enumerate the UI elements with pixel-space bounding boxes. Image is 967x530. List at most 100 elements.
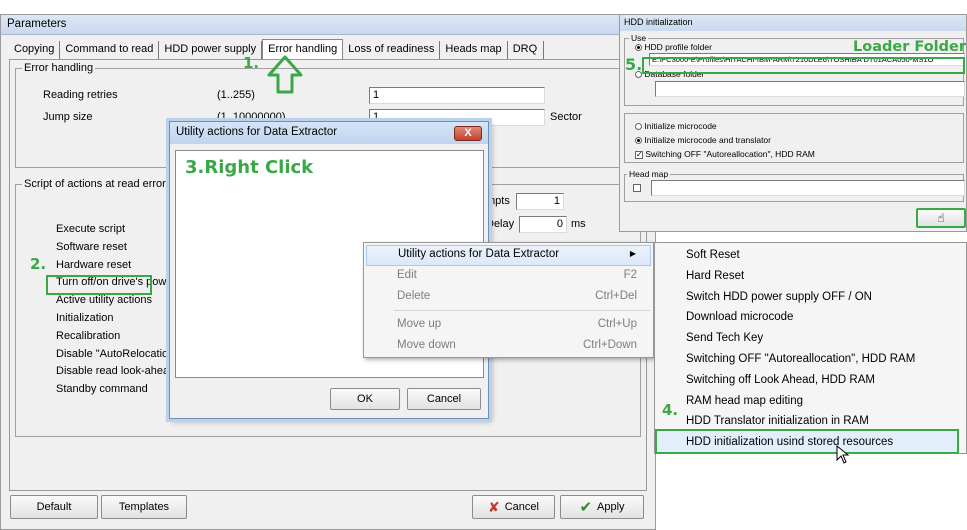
ok-label: OK — [357, 393, 373, 405]
close-button[interactable]: X — [454, 126, 482, 141]
default-label: Default — [36, 501, 72, 513]
highlight-init-stored-resources — [655, 429, 959, 454]
cancel-button[interactable]: ✘ Cancel — [472, 495, 555, 519]
head-map-input[interactable] — [651, 180, 965, 196]
menu-item-edit[interactable]: Edit F2 — [366, 266, 651, 287]
menu-item-label: Edit — [397, 269, 417, 281]
highlight-profile-folder — [642, 57, 965, 74]
tab-loss-of-readiness[interactable]: Loss of readiness — [343, 41, 441, 59]
submenu-item-switch-off-autoreallocation[interactable]: Switching OFF "Autoreallocation", HDD RA… — [686, 353, 915, 365]
profile-folder-option[interactable]: HDD profile folder — [635, 42, 712, 52]
cancel-x-icon: ✘ — [488, 498, 500, 515]
attempts-input[interactable]: 1 — [516, 193, 564, 210]
init-options-group: Initialize microcode Initialize microcod… — [624, 113, 964, 163]
menu-item-shortcut: Ctrl+Up — [597, 318, 637, 330]
reading-retries-range: (1..255) — [217, 89, 255, 101]
reading-retries-input[interactable]: 1 — [369, 87, 545, 104]
sector-label: Sector — [550, 111, 582, 123]
menu-item-delete[interactable]: Delete Ctrl+Del — [366, 287, 651, 308]
annotation-step-2: 2. — [30, 255, 47, 273]
menu-item-utility-actions[interactable]: Utility actions for Data Extractor ▶ — [366, 245, 651, 266]
cancel-label: Cancel — [504, 501, 539, 513]
head-map-checkbox[interactable] — [633, 184, 641, 192]
menu-item-shortcut: Ctrl+Del — [595, 290, 637, 302]
menu-item-label: Move up — [397, 318, 442, 330]
tab-copying[interactable]: Copying — [9, 41, 61, 59]
head-map-group: Head map — [624, 169, 965, 202]
init-microcode-radio[interactable] — [635, 123, 642, 131]
delay-unit: ms — [571, 218, 586, 230]
apply-check-icon: ✔ — [579, 499, 593, 516]
context-menu: Utility actions for Data Extractor ▶ Edi… — [363, 242, 654, 358]
attempts-label: mpts — [486, 195, 510, 207]
highlight-active-utility-actions — [46, 275, 152, 295]
list-item[interactable]: Execute script — [56, 223, 178, 241]
utility-cancel-button[interactable]: Cancel — [407, 388, 481, 410]
annotation-step-4: 4. — [662, 401, 679, 419]
templates-label: Templates — [118, 501, 170, 513]
submenu-item-translator-init[interactable]: HDD Translator initialization in RAM — [686, 415, 869, 427]
list-item[interactable]: Hardware reset — [56, 259, 178, 277]
list-item-active-utility-actions[interactable]: Active utility actions — [56, 294, 178, 312]
script-actions-list: Execute script Software reset Hardware r… — [56, 223, 178, 401]
list-item[interactable]: Software reset — [56, 241, 178, 259]
submenu-item-switch-off-lookahead[interactable]: Switching off Look Ahead, HDD RAM — [686, 374, 875, 386]
menu-item-shortcut: F2 — [623, 269, 637, 281]
list-item[interactable]: Recalibration — [56, 330, 178, 348]
switching-off-checkbox[interactable]: ✓ — [635, 150, 643, 159]
tab-drq[interactable]: DRQ — [507, 41, 544, 59]
delay-input[interactable]: 0 — [519, 216, 567, 233]
ok-button[interactable]: OK — [330, 388, 400, 410]
annotation-loader-folder: Loader Folder — [853, 39, 967, 55]
database-folder-input[interactable] — [655, 81, 965, 97]
menu-separator — [394, 310, 650, 311]
init-microcode-translator-option[interactable]: Initialize microcode and translator — [635, 135, 771, 145]
mouse-pointer-icon — [836, 445, 850, 464]
submenu-item-ram-head-map[interactable]: RAM head map editing — [686, 395, 803, 407]
utility-dialog-title-text: Utility actions for Data Extractor — [176, 126, 338, 138]
menu-item-move-down[interactable]: Move down Ctrl+Down — [366, 336, 651, 357]
utility-cancel-label: Cancel — [426, 393, 462, 405]
default-button[interactable]: Default — [10, 495, 98, 519]
script-legend: Script of actions at read error — [22, 178, 168, 190]
submenu-item-hard-reset[interactable]: Hard Reset — [686, 270, 744, 282]
profile-folder-label: HDD profile folder — [644, 42, 712, 52]
menu-item-shortcut: Ctrl+Down — [582, 339, 637, 351]
tab-command-to-read[interactable]: Command to read — [60, 41, 160, 59]
init-microcode-label: Initialize microcode — [644, 121, 717, 131]
menu-item-move-up[interactable]: Move up Ctrl+Up — [366, 315, 651, 336]
utility-dialog-title: Utility actions for Data Extractor — [170, 122, 488, 144]
up-arrow-icon — [267, 55, 303, 94]
init-microcode-option[interactable]: Initialize microcode — [635, 121, 717, 131]
submenu-item-soft-reset[interactable]: Soft Reset — [686, 249, 740, 261]
annotation-step-1: 1. — [243, 54, 260, 72]
list-item[interactable]: Initialization — [56, 312, 178, 330]
hdd-init-confirm-button[interactable]: ☝ — [916, 208, 966, 228]
menu-item-label: Delete — [397, 290, 431, 302]
submenu-item-switch-power[interactable]: Switch HDD power supply OFF / ON — [686, 291, 872, 303]
switching-off-label: Switching OFF "Autoreallocation", HDD RA… — [645, 149, 815, 159]
list-item[interactable]: Disable read look-ahead — [56, 365, 178, 383]
hdd-init-title: HDD initialization — [620, 15, 966, 31]
switching-off-option[interactable]: ✓ Switching OFF "Autoreallocation", HDD … — [635, 149, 815, 159]
templates-button[interactable]: Templates — [101, 495, 187, 519]
error-handling-legend: Error handling — [22, 62, 96, 74]
menu-item-label: Move down — [397, 339, 456, 351]
list-item[interactable]: Disable "AutoRelocation" — [56, 348, 178, 366]
init-microcode-translator-radio[interactable] — [635, 137, 642, 145]
apply-label: Apply — [597, 501, 625, 513]
submenu-item-download-microcode[interactable]: Download microcode — [686, 311, 793, 323]
head-map-legend: Head map — [627, 169, 671, 179]
reading-retries-label: Reading retries — [43, 89, 118, 101]
annotation-step-3: 3.Right Click — [185, 157, 314, 178]
init-microcode-translator-label: Initialize microcode and translator — [644, 135, 771, 145]
profile-folder-radio[interactable] — [635, 44, 642, 52]
list-item[interactable]: Standby command — [56, 383, 178, 401]
tab-heads-map[interactable]: Heads map — [440, 41, 508, 59]
parameters-title: Parameters — [1, 15, 655, 35]
annotation-step-5: 5. — [625, 55, 643, 74]
submenu-item-send-tech-key[interactable]: Send Tech Key — [686, 332, 763, 344]
delay-label: Delay — [486, 218, 515, 230]
apply-button[interactable]: ✔ Apply — [560, 495, 644, 519]
utility-actions-submenu: Soft Reset Hard Reset Switch HDD power s… — [654, 242, 967, 454]
